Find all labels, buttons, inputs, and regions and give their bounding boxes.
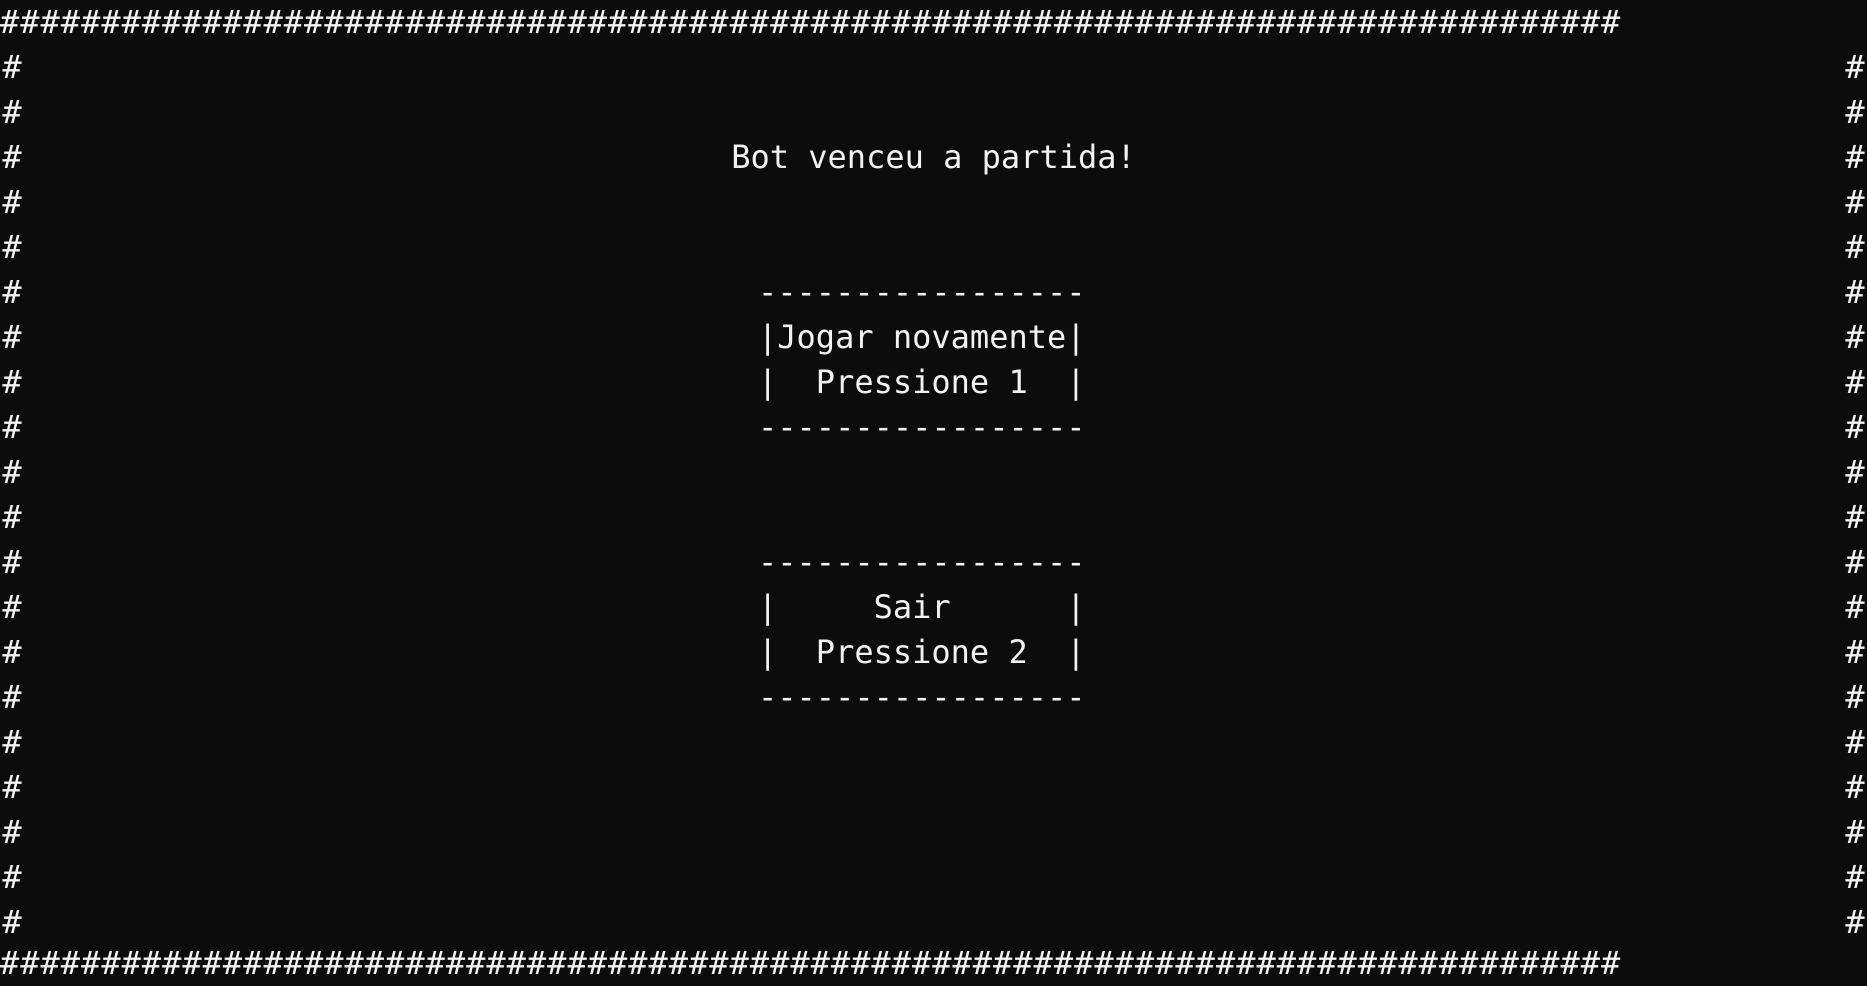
left-border-char: #	[2, 678, 22, 716]
left-border-char: #	[2, 903, 22, 941]
right-border-char: #	[1845, 318, 1865, 356]
result-message: Bot venceu a partida!	[731, 138, 1136, 176]
left-border-char: #	[2, 588, 22, 626]
left-border-char: #	[2, 273, 22, 311]
bottom-rule: -----------------	[758, 678, 1086, 716]
right-border-char: #	[1845, 183, 1865, 221]
play-again-key: | Pressione 1 |	[758, 363, 1086, 401]
left-border-char: #	[2, 453, 22, 491]
exit-label: | Sair |	[758, 588, 1086, 626]
play-again-button[interactable]: ----------------- |Jogar novamente| | Pr…	[758, 270, 1110, 450]
left-border-char: #	[2, 543, 22, 581]
top-rule: -----------------	[758, 543, 1086, 581]
right-border-char: #	[1845, 273, 1865, 311]
top-rule: -----------------	[758, 273, 1086, 311]
right-border-char: #	[1845, 588, 1865, 626]
right-border-char: #	[1845, 363, 1865, 401]
right-border-char: #	[1845, 903, 1865, 941]
right-border-char: #	[1845, 498, 1865, 536]
left-border-char: #	[2, 318, 22, 356]
left-border-char: #	[2, 363, 22, 401]
right-border-char: #	[1845, 408, 1865, 446]
left-border-char: #	[2, 408, 22, 446]
exit-button[interactable]: ----------------- | Sair | | Pressione 2…	[758, 540, 1110, 720]
right-border-char: #	[1845, 858, 1865, 896]
right-border-char: #	[1845, 723, 1865, 761]
top-border: ########################################…	[0, 3, 1622, 41]
right-border-char: #	[1845, 48, 1865, 86]
left-border-char: #	[2, 228, 22, 266]
right-border-char: #	[1845, 93, 1865, 131]
left-border-char: #	[2, 813, 22, 851]
left-border-char: #	[2, 633, 22, 671]
bottom-border: ########################################…	[0, 944, 1622, 982]
bottom-rule: -----------------	[758, 408, 1086, 446]
right-border-char: #	[1845, 453, 1865, 491]
right-border-char: #	[1845, 228, 1865, 266]
left-border-char: #	[2, 768, 22, 806]
left-border-char: #	[2, 183, 22, 221]
left-border-char: #	[2, 498, 22, 536]
left-border-char: #	[2, 858, 22, 896]
right-border-char: #	[1845, 813, 1865, 851]
right-border-char: #	[1845, 678, 1865, 716]
left-border-char: #	[2, 48, 22, 86]
right-border-char: #	[1845, 768, 1865, 806]
terminal-screen: ########################################…	[0, 0, 1867, 986]
play-again-label: |Jogar novamente|	[758, 318, 1086, 356]
left-border-char: #	[2, 93, 22, 131]
left-border-char: #	[2, 723, 22, 761]
exit-key: | Pressione 2 |	[758, 633, 1086, 671]
right-border-char: #	[1845, 633, 1865, 671]
right-border-char: #	[1845, 543, 1865, 581]
